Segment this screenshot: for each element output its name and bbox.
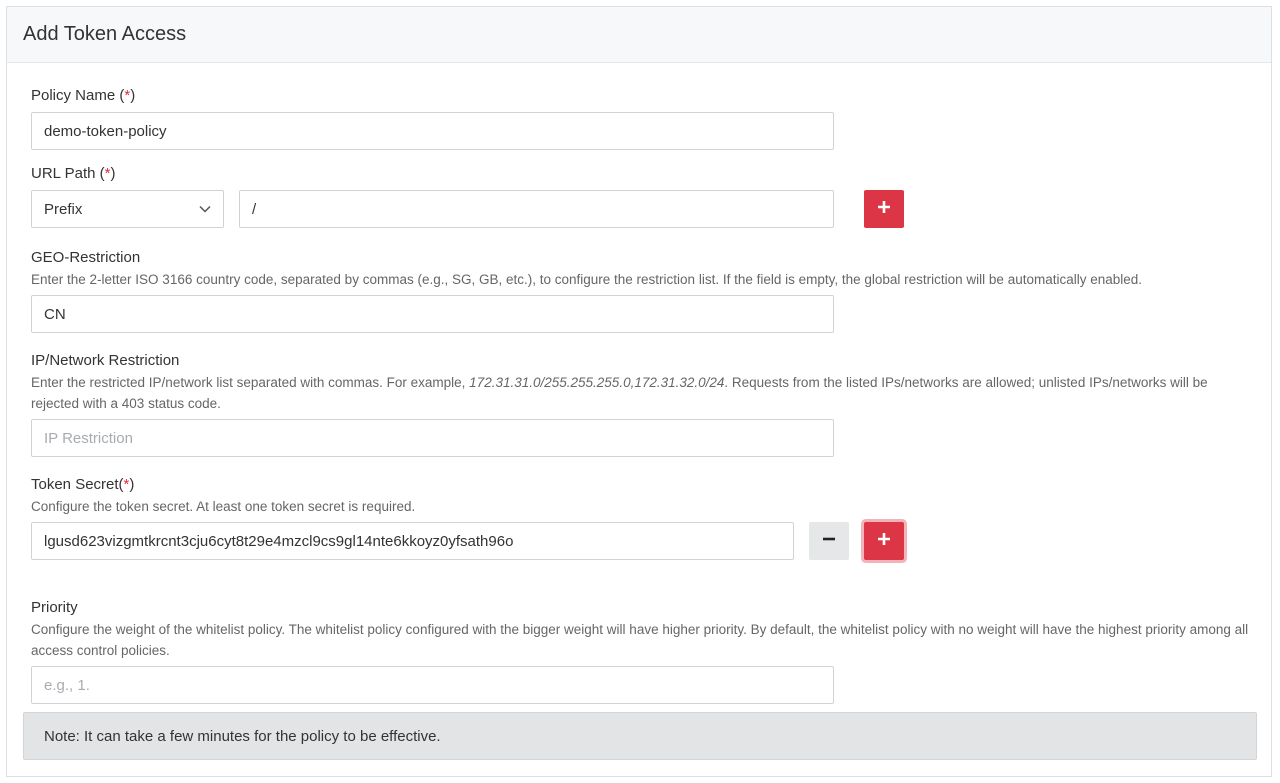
geo-restriction-label: GEO-Restriction [31,249,141,266]
plus-icon [877,532,891,551]
priority-input[interactable] [31,666,834,704]
geo-restriction-input[interactable] [31,295,834,333]
chevron-down-icon [199,203,211,215]
priority-label: Priority [31,599,78,616]
token-secret-label: Token Secret(*) [31,476,135,493]
url-path-label: URL Path (*) [31,165,116,182]
geo-restriction-help: Enter the 2-letter ISO 3166 country code… [31,272,1143,287]
priority-help: Configure the weight of the whitelist po… [31,622,1249,658]
url-match-type-value: Prefix [44,200,83,218]
panel-title: Add Token Access [23,23,187,45]
ip-example: 172.31.31.0/255.255.255.0,172.31.32.0/24 [469,375,725,390]
remove-token-secret-button[interactable] [809,522,849,560]
panel-header: Add Token Access [7,7,1271,63]
token-secret-help: Configure the token secret. At least one… [31,499,416,514]
add-url-path-button[interactable] [864,190,904,228]
url-match-type-select[interactable]: Prefix [31,190,224,228]
url-path-input[interactable] [239,190,834,228]
ip-restriction-label: IP/Network Restriction [31,352,180,369]
add-token-access-panel: Add Token Access Policy Name (*) URL Pat… [6,6,1272,777]
ip-restriction-input[interactable] [31,419,834,457]
policy-name-input[interactable] [31,112,834,150]
token-secret-input[interactable] [31,522,794,560]
policy-name-label: Policy Name (*) [31,87,136,104]
minus-icon [822,532,836,551]
plus-icon [877,200,891,219]
ip-restriction-help: Enter the restricted IP/network list sep… [31,375,1208,411]
add-token-secret-button[interactable] [864,522,904,560]
policy-note: Note: It can take a few minutes for the … [23,712,1257,760]
